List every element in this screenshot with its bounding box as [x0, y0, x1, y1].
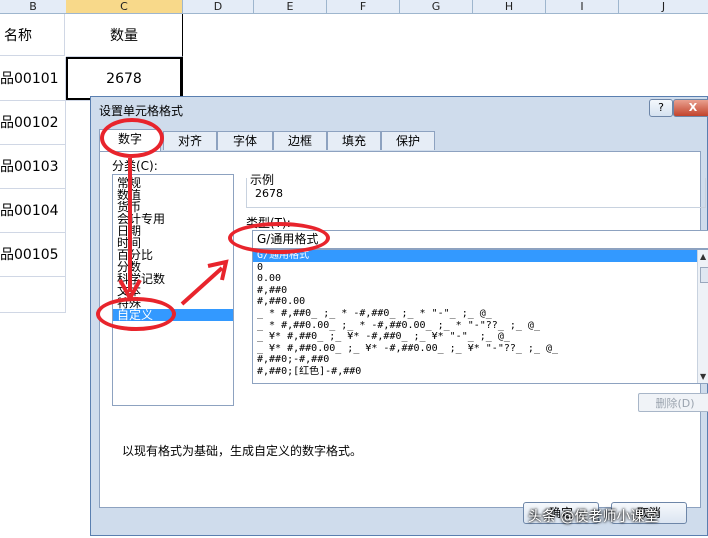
annotation-arrows — [118, 158, 229, 306]
watermark: 头条 @侯老师小课堂 — [528, 509, 659, 525]
